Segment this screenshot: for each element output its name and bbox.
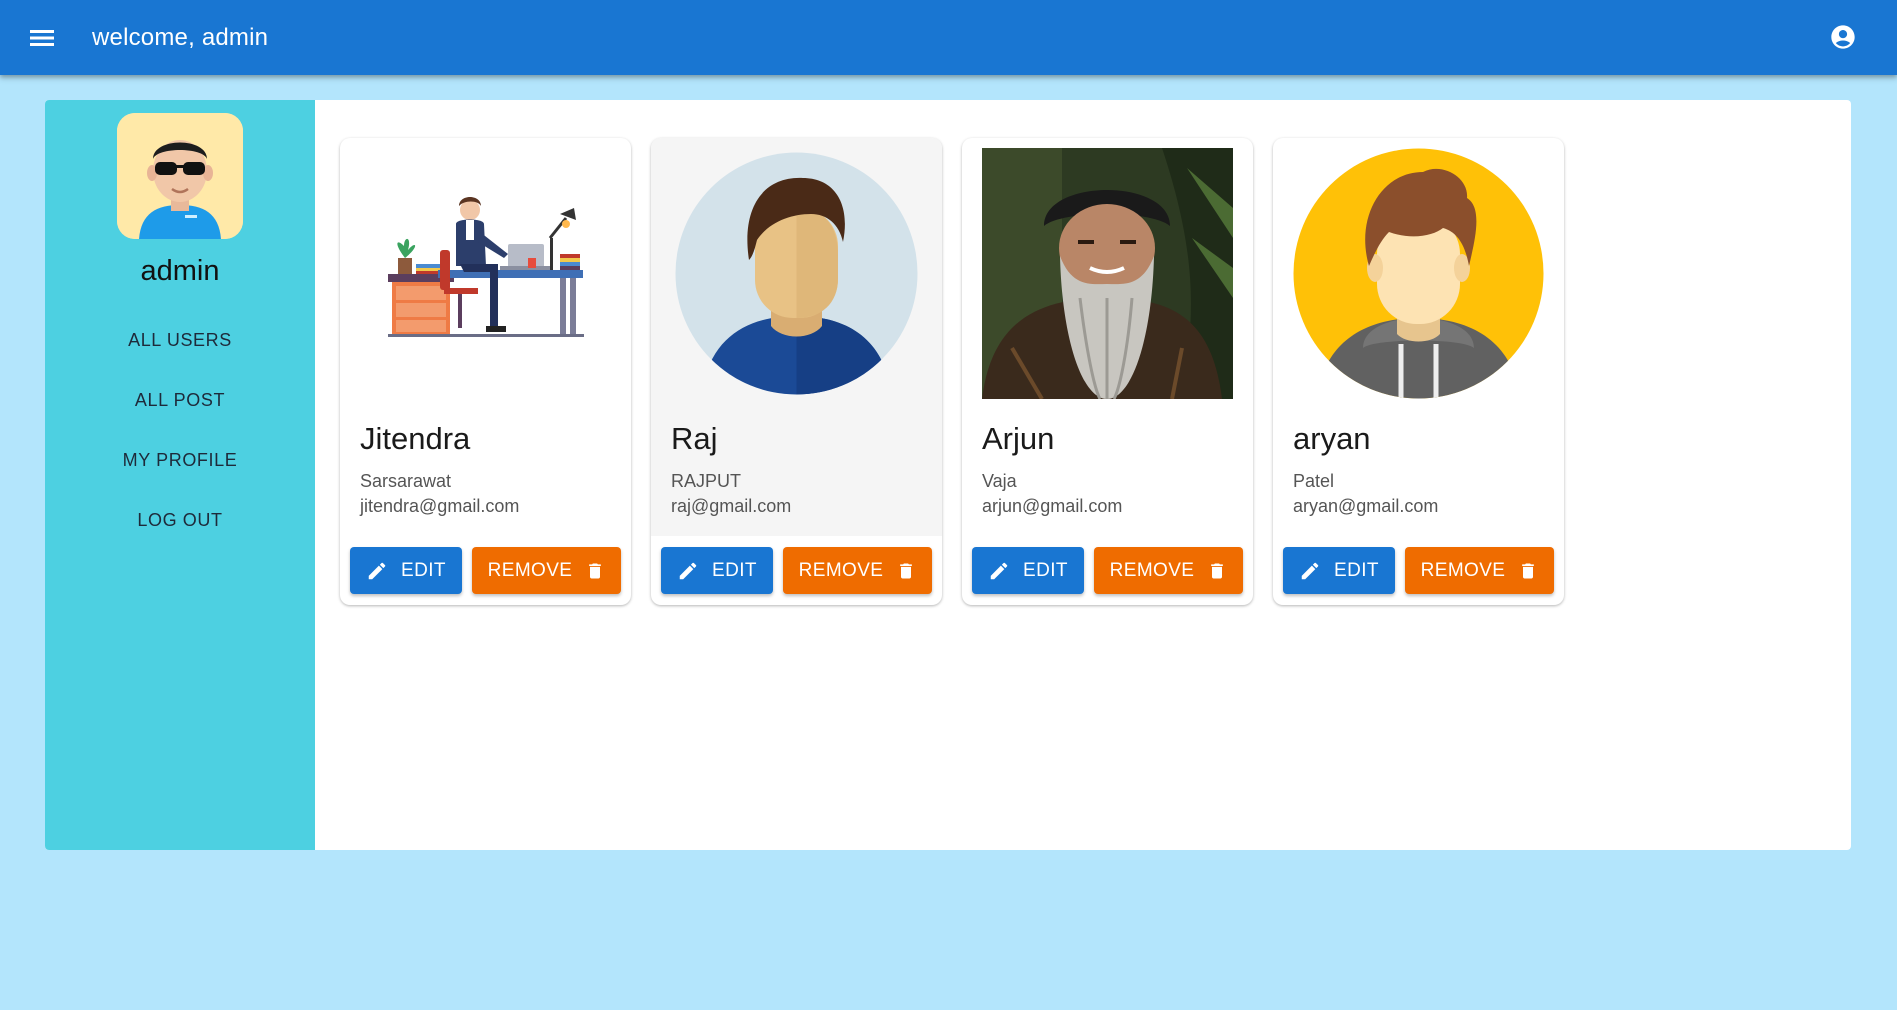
sidebar-item-all-users[interactable]: ALL USERS xyxy=(128,310,232,370)
card-actions: EDIT REMOVE xyxy=(972,547,1243,594)
edit-button[interactable]: EDIT xyxy=(661,547,773,594)
user-first-name: Arjun xyxy=(982,421,1055,456)
bearded-man-photo xyxy=(982,148,1233,399)
user-card: Raj RAJPUT raj@gmail.com EDIT REMOVE xyxy=(651,138,942,605)
remove-button[interactable]: REMOVE xyxy=(472,547,621,594)
edit-label: EDIT xyxy=(401,559,446,581)
remove-label: REMOVE xyxy=(1109,559,1195,581)
remove-button[interactable]: REMOVE xyxy=(1405,547,1554,594)
user-details: Sarsarawat jitendra@gmail.com xyxy=(360,469,519,519)
trash-icon xyxy=(1207,560,1227,582)
sidebar: admin ALL USERS ALL POST MY PROFILE LOG … xyxy=(45,100,315,850)
sidebar-username: admin xyxy=(140,255,220,287)
edit-label: EDIT xyxy=(1023,559,1068,581)
user-last-name: Patel xyxy=(1293,471,1335,491)
user-card-action-area[interactable]: Raj RAJPUT raj@gmail.com xyxy=(651,138,942,536)
avatar-image xyxy=(117,113,243,239)
edit-label: EDIT xyxy=(1334,559,1379,581)
user-card: Jitendra Sarsarawat jitendra@gmail.com E… xyxy=(340,138,631,605)
edit-button[interactable]: EDIT xyxy=(972,547,1084,594)
user-image xyxy=(982,148,1233,399)
user-email: aryan@gmail.com xyxy=(1293,496,1439,516)
sidebar-item-my-profile[interactable]: MY PROFILE xyxy=(123,430,238,490)
pencil-icon xyxy=(988,560,1010,582)
sidebar-nav: ALL USERS ALL POST MY PROFILE LOG OUT xyxy=(123,310,238,550)
user-first-name: aryan xyxy=(1293,421,1371,456)
page-title: welcome, admin xyxy=(92,23,269,51)
user-email: arjun@gmail.com xyxy=(982,496,1123,516)
edit-button[interactable]: EDIT xyxy=(1283,547,1395,594)
remove-label: REMOVE xyxy=(798,559,884,581)
remove-button[interactable]: REMOVE xyxy=(783,547,932,594)
user-image xyxy=(1293,148,1544,399)
user-card-action-area[interactable]: aryan Patel aryan@gmail.com xyxy=(1273,138,1564,536)
trash-icon xyxy=(1518,560,1538,582)
user-image xyxy=(671,148,922,399)
user-email: jitendra@gmail.com xyxy=(360,496,520,516)
user-last-name: RAJPUT xyxy=(671,471,742,491)
pencil-icon xyxy=(366,560,388,582)
remove-button[interactable]: REMOVE xyxy=(1094,547,1243,594)
card-actions: EDIT REMOVE xyxy=(1283,547,1554,594)
user-last-name: Vaja xyxy=(982,471,1017,491)
male-avatar-illustration xyxy=(675,152,918,395)
user-card-action-area[interactable]: Arjun Vaja arjun@gmail.com xyxy=(962,138,1253,536)
user-last-name: Sarsarawat xyxy=(360,471,452,491)
card-actions: EDIT REMOVE xyxy=(661,547,932,594)
pencil-icon xyxy=(677,560,699,582)
user-card-action-area[interactable]: Jitendra Sarsarawat jitendra@gmail.com xyxy=(340,138,631,536)
account-circle-icon xyxy=(1831,25,1855,49)
menu-icon xyxy=(30,29,54,46)
user-card: Arjun Vaja arjun@gmail.com EDIT REMOVE xyxy=(962,138,1253,605)
user-image xyxy=(360,148,611,399)
user-first-name: Raj xyxy=(671,421,718,456)
sidebar-item-all-post[interactable]: ALL POST xyxy=(135,370,225,430)
user-details: RAJPUT raj@gmail.com xyxy=(671,469,791,519)
card-actions: EDIT REMOVE xyxy=(350,547,621,594)
edit-button[interactable]: EDIT xyxy=(350,547,462,594)
sidebar-item-log-out[interactable]: LOG OUT xyxy=(137,490,222,550)
remove-label: REMOVE xyxy=(1420,559,1506,581)
app-bar: welcome, admin xyxy=(0,0,1897,75)
main-container: admin ALL USERS ALL POST MY PROFILE LOG … xyxy=(45,100,1851,850)
user-card: aryan Patel aryan@gmail.com EDIT REMOVE xyxy=(1273,138,1564,605)
trash-icon xyxy=(896,560,916,582)
menu-button[interactable] xyxy=(22,18,62,58)
edit-label: EDIT xyxy=(712,559,757,581)
office-worker-illustration xyxy=(360,148,611,399)
admin-avatar xyxy=(117,113,243,239)
user-card-list: Jitendra Sarsarawat jitendra@gmail.com E… xyxy=(340,138,1564,605)
account-button[interactable] xyxy=(1823,17,1863,57)
trash-icon xyxy=(585,560,605,582)
hoodie-avatar-illustration xyxy=(1293,148,1544,399)
user-details: Vaja arjun@gmail.com xyxy=(982,469,1122,519)
pencil-icon xyxy=(1299,560,1321,582)
user-first-name: Jitendra xyxy=(360,421,471,456)
user-email: raj@gmail.com xyxy=(671,496,792,516)
user-details: Patel aryan@gmail.com xyxy=(1293,469,1438,519)
remove-label: REMOVE xyxy=(487,559,573,581)
